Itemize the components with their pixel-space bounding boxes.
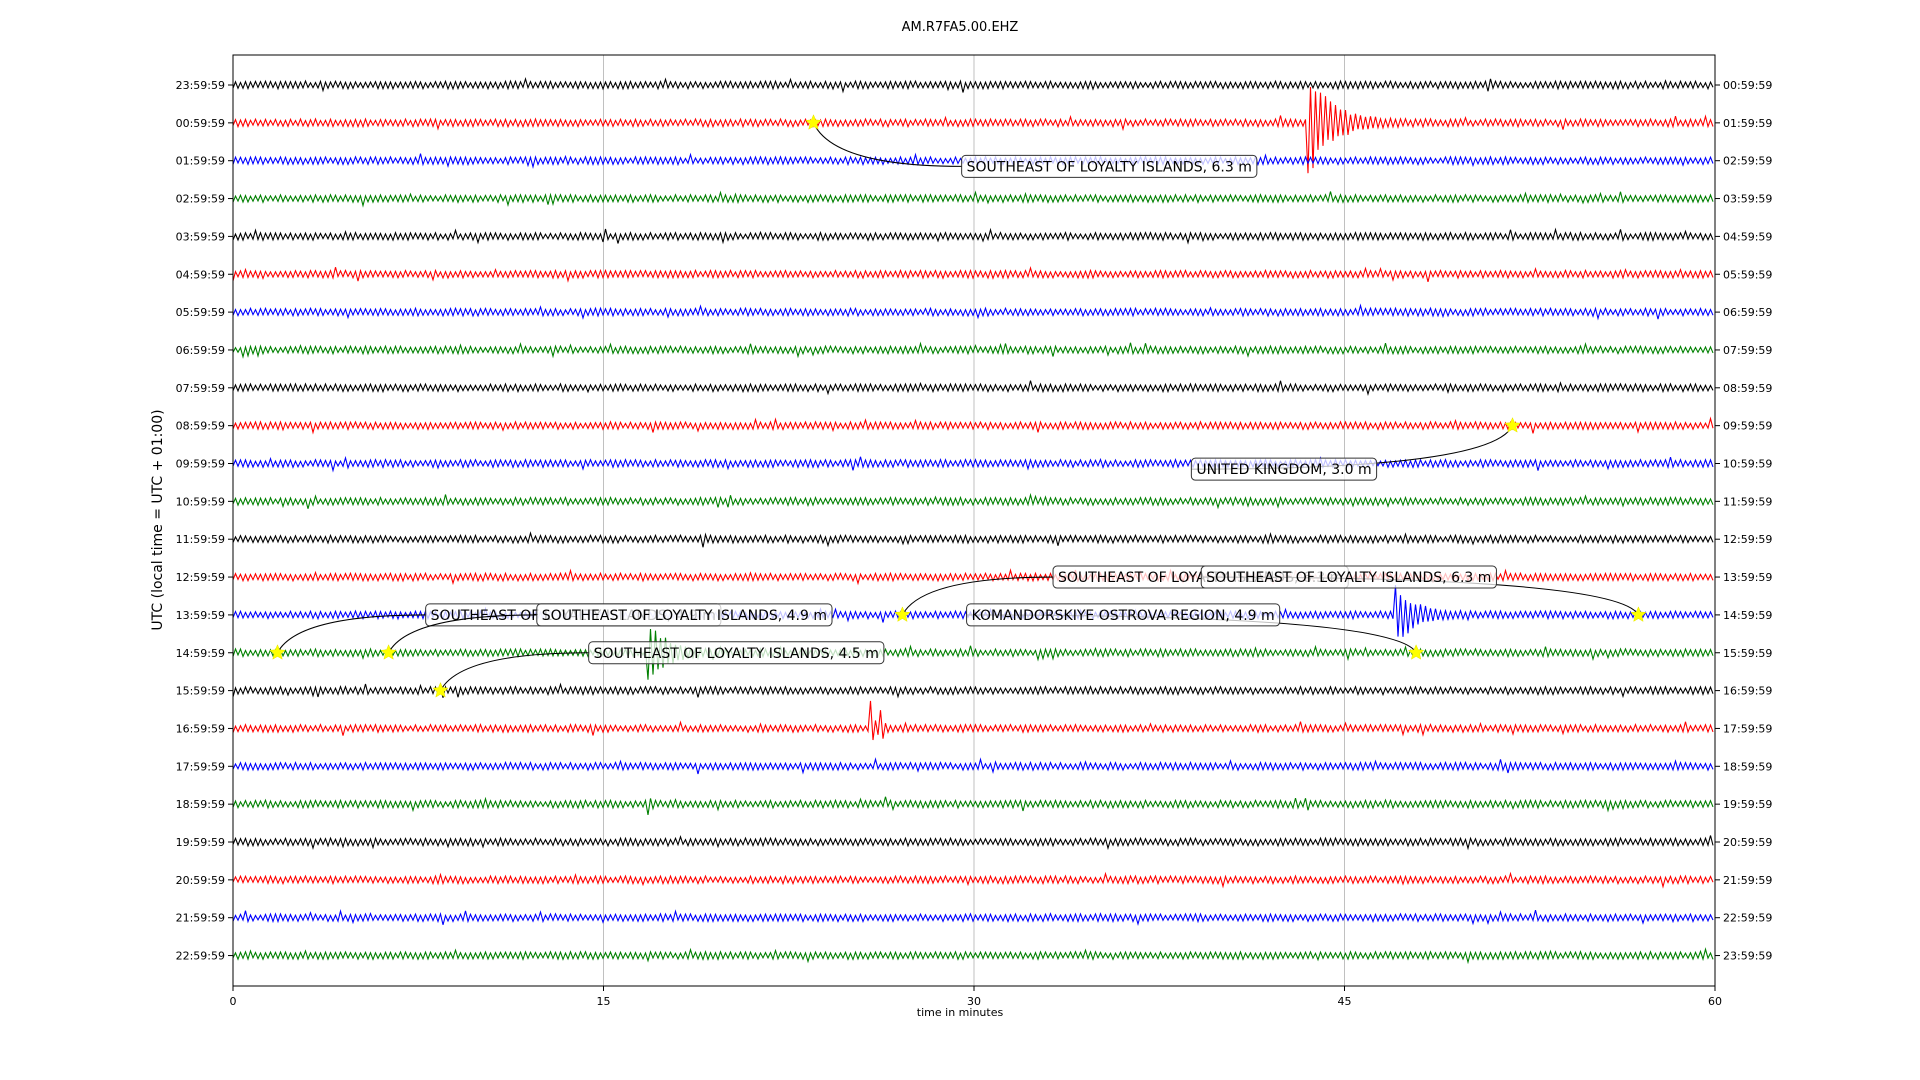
seismic-trace (232, 380, 1714, 396)
quake-label: SOUTHEAST OF LOYALTY ISLANDS, 6.3 m (1206, 570, 1491, 586)
seismic-trace (232, 682, 1714, 699)
quake-label: SOUTHEAST OF LOYALTY ISLANDS, 4.9 m (542, 608, 827, 624)
seismic-trace (232, 909, 1714, 927)
seismic-trace (232, 835, 1714, 851)
y-tick-label-left: 13:59:59 (176, 609, 225, 622)
y-tick-label-right: 06:59:59 (1723, 306, 1772, 319)
y-tick-label-right: 11:59:59 (1723, 495, 1772, 508)
seismic-trace (232, 531, 1714, 548)
y-tick-label-left: 04:59:59 (176, 268, 225, 281)
y-tick-label-left: 19:59:59 (176, 836, 225, 849)
y-tick-label-left: 18:59:59 (176, 798, 225, 811)
y-tick-label-left: 16:59:59 (176, 722, 225, 735)
helicorder-plot: SOUTHEAST OF LOYALTY ISLANDS, 6.3 m UNITE… (176, 54, 1772, 1008)
y-tick-label-left: 03:59:59 (176, 230, 225, 243)
seismic-trace (232, 303, 1714, 321)
y-tick-label-right: 18:59:59 (1723, 760, 1772, 773)
seismic-trace (232, 265, 1714, 283)
quake-star-marker (1504, 417, 1521, 433)
y-tick-label-right: 08:59:59 (1723, 382, 1772, 395)
seismic-trace (232, 190, 1714, 208)
y-tick-label-right: 03:59:59 (1723, 193, 1772, 206)
y-tick-label-left: 01:59:59 (176, 155, 225, 168)
y-tick-label-left: 14:59:59 (176, 647, 225, 660)
y-tick-label-left: 20:59:59 (176, 874, 225, 887)
y-tick-label-left: 15:59:59 (176, 685, 225, 698)
quake-label: SOUTHEAST OF LOYALTY ISLANDS, 4.5 m (594, 646, 879, 662)
seismic-trace (232, 757, 1714, 775)
y-tick-label-left: 21:59:59 (176, 912, 225, 925)
quake-star-marker (432, 681, 449, 698)
seismic-trace (232, 947, 1714, 965)
y-axis-label: UTC (local time = UTC + 01:00) (150, 409, 166, 631)
seismic-trace (232, 455, 1714, 473)
seismic-trace (232, 492, 1714, 510)
y-tick-label-left: 12:59:59 (176, 571, 225, 584)
y-tick-label-right: 04:59:59 (1723, 230, 1772, 243)
y-tick-label-right: 09:59:59 (1723, 420, 1772, 433)
quake-label: KOMANDORSKIYE OSTROVA REGION, 4.9 m (972, 608, 1275, 624)
quake-star-marker (805, 114, 822, 130)
x-axis-label: time in minutes (916, 1006, 1004, 1019)
y-tick-label-right: 05:59:59 (1723, 268, 1772, 281)
quake-label: UNITED KINGDOM, 3.0 m (1196, 462, 1371, 478)
y-tick-label-right: 00:59:59 (1723, 79, 1772, 92)
y-tick-label-right: 10:59:59 (1723, 458, 1772, 471)
y-tick-label-right: 19:59:59 (1723, 798, 1772, 811)
y-tick-label-left: 05:59:59 (176, 306, 225, 319)
quake-star-marker (380, 644, 397, 660)
y-tick-label-right: 13:59:59 (1723, 571, 1772, 584)
seismic-trace (232, 227, 1714, 245)
seismic-trace (232, 341, 1714, 359)
y-tick-label-right: 16:59:59 (1723, 685, 1772, 698)
y-tick-label-right: 20:59:59 (1723, 836, 1772, 849)
y-tick-label-right: 12:59:59 (1723, 533, 1772, 546)
y-tick-label-left: 07:59:59 (176, 382, 225, 395)
y-tick-label-left: 09:59:59 (176, 458, 225, 471)
y-tick-label-right: 15:59:59 (1723, 647, 1772, 660)
y-tick-label-right: 23:59:59 (1723, 950, 1772, 963)
y-tick-label-left: 22:59:59 (176, 950, 225, 963)
seismic-trace (232, 628, 1714, 680)
y-tick-label-left: 08:59:59 (176, 420, 225, 433)
y-tick-label-left: 23:59:59 (176, 79, 225, 92)
y-tick-label-left: 10:59:59 (176, 495, 225, 508)
seismic-trace (232, 416, 1714, 435)
seismic-trace (232, 77, 1714, 94)
quake-star-marker (894, 606, 911, 622)
y-tick-label-left: 11:59:59 (176, 533, 225, 546)
seismic-trace (232, 700, 1714, 741)
y-tick-label-right: 14:59:59 (1723, 609, 1772, 622)
quake-star-marker (269, 644, 286, 660)
quake-connector (439, 652, 589, 691)
y-tick-label-left: 06:59:59 (176, 344, 225, 357)
y-tick-label-right: 02:59:59 (1723, 155, 1772, 168)
y-tick-label-left: 00:59:59 (176, 117, 225, 130)
y-tick-label-left: 02:59:59 (176, 193, 225, 206)
y-tick-label-right: 01:59:59 (1723, 117, 1772, 130)
quake-connector (276, 614, 426, 654)
y-tick-label-right: 17:59:59 (1723, 722, 1772, 735)
y-tick-label-left: 17:59:59 (176, 760, 225, 773)
quake-label: SOUTHEAST OF LOYALTY ISLANDS, 6.3 m (967, 159, 1252, 175)
y-tick-label-right: 22:59:59 (1723, 912, 1772, 925)
seismic-trace (232, 871, 1714, 889)
y-tick-label-right: 07:59:59 (1723, 344, 1772, 357)
y-tick-label-right: 21:59:59 (1723, 874, 1772, 887)
seismic-trace (232, 796, 1714, 815)
